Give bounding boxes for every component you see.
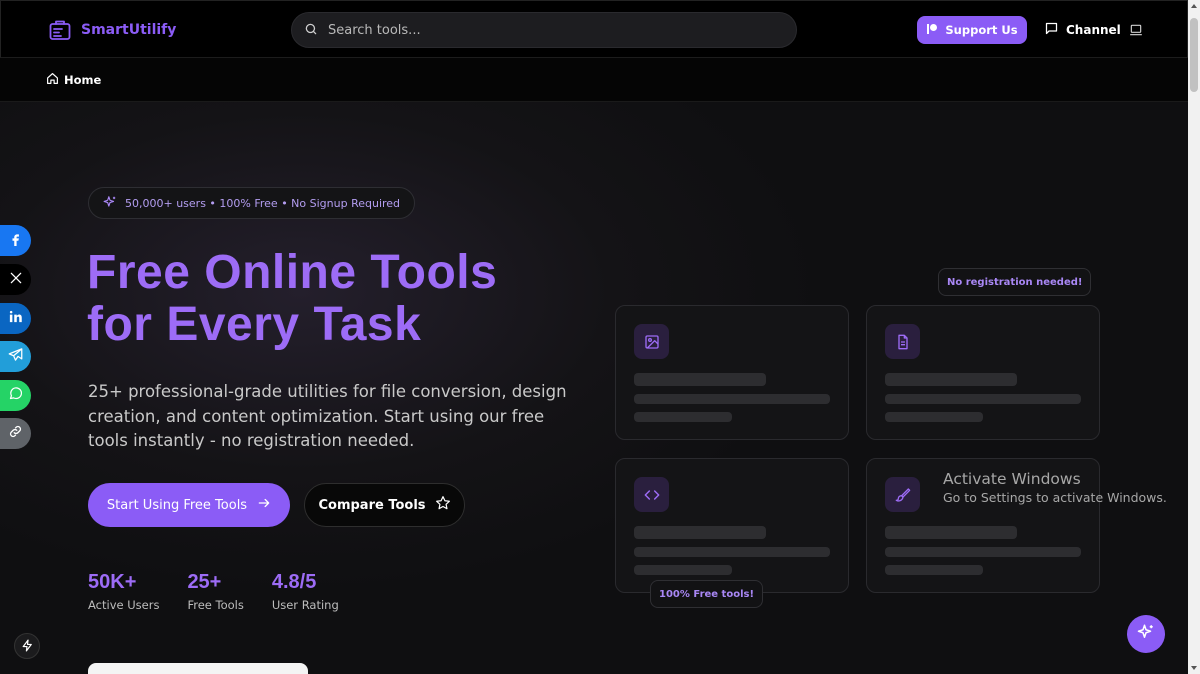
star-icon [435, 495, 451, 515]
headline-line-2: for Every Task [87, 298, 422, 351]
skeleton-line [885, 547, 1081, 557]
breadcrumb-bar: Home [0, 58, 1188, 102]
trust-pill: 50,000+ users • 100% Free • No Signup Re… [88, 187, 416, 219]
stat-label: User Rating [271, 598, 339, 612]
hero-section: 50,000+ users • 100% Free • No Signup Re… [0, 102, 1188, 674]
skeleton-title [885, 526, 1017, 539]
start-using-button[interactable]: Start Using Free Tools [88, 483, 290, 527]
stats-row: 50K+ Active Users 25+ Free Tools 4.8/5 U… [88, 571, 339, 612]
laptop-icon[interactable] [1129, 22, 1143, 41]
skeleton-line [634, 412, 732, 422]
breadcrumb[interactable]: Home [46, 72, 101, 88]
support-us-label: Support Us [945, 23, 1018, 37]
toolbox-icon [48, 18, 72, 42]
linkedin-icon [8, 309, 23, 328]
activate-windows-watermark: Activate Windows Go to Settings to activ… [943, 470, 1167, 505]
top-header: SmartUtilify Support Us Channel [0, 0, 1188, 58]
facebook-icon [9, 231, 23, 250]
stat-user-rating: 4.8/5 User Rating [272, 571, 339, 612]
share-linkedin[interactable] [0, 303, 31, 334]
share-x[interactable] [0, 264, 31, 295]
tool-card-image[interactable] [615, 305, 849, 440]
watermark-title: Activate Windows [943, 470, 1081, 488]
document-icon [885, 324, 920, 359]
page-title: Free Online Tools for Every Task [87, 247, 497, 351]
stat-value: 25+ [187, 571, 222, 593]
hero-description: 25+ professional-grade utilities for fil… [88, 382, 567, 450]
logo[interactable]: SmartUtilify [48, 18, 176, 42]
page-scrollbar[interactable] [1188, 0, 1200, 674]
channel-link[interactable]: Channel [1044, 21, 1121, 39]
arrow-right-icon [257, 496, 271, 514]
skeleton-line [885, 412, 983, 422]
home-icon [46, 72, 59, 88]
no-registration-badge: No registration needed! [938, 268, 1092, 296]
tool-card-document[interactable] [866, 305, 1100, 440]
stat-active-users: 50K+ Active Users [88, 571, 159, 612]
quick-actions-button[interactable] [14, 633, 40, 659]
compare-tools-label: Compare Tools [318, 497, 426, 513]
share-copy-link[interactable] [0, 418, 31, 449]
logo-text: SmartUtilify [81, 22, 177, 38]
watermark-subtitle: Go to Settings to activate Windows. [943, 490, 1167, 505]
stat-label: Free Tools [187, 598, 244, 612]
skeleton-title [634, 526, 766, 539]
stat-label: Active Users [88, 598, 160, 612]
breadcrumb-home: Home [64, 73, 102, 87]
skeleton-title [634, 373, 766, 386]
skeleton-line [634, 394, 830, 404]
sparkles-icon [103, 195, 117, 212]
skeleton-line [885, 565, 983, 575]
support-us-button[interactable]: Support Us [917, 16, 1027, 44]
skeleton-line [634, 565, 732, 575]
share-facebook[interactable] [0, 225, 31, 256]
code-icon [634, 477, 669, 512]
search-bar[interactable] [291, 12, 797, 48]
search-input[interactable] [328, 22, 768, 38]
sparkles-icon [1137, 623, 1155, 645]
share-whatsapp[interactable] [0, 380, 31, 411]
stat-value: 4.8/5 [271, 571, 317, 593]
skeleton-line [634, 547, 830, 557]
share-telegram[interactable] [0, 341, 31, 372]
compare-tools-button[interactable]: Compare Tools [304, 483, 465, 527]
paintbrush-icon [885, 477, 920, 512]
next-section-card [88, 663, 308, 674]
whatsapp-icon [8, 386, 23, 405]
scroll-up-arrow[interactable] [1191, 4, 1197, 8]
scroll-thumb[interactable] [1190, 18, 1198, 92]
telegram-icon [8, 347, 23, 366]
tool-card-code[interactable] [615, 458, 849, 593]
trust-pill-text: 50,000+ users • 100% Free • No Signup Re… [125, 196, 401, 210]
search-icon [304, 21, 318, 40]
bolt-icon [21, 637, 34, 656]
x-icon [9, 270, 23, 289]
message-icon [1044, 21, 1059, 39]
link-icon [8, 424, 23, 443]
skeleton-line [885, 394, 1081, 404]
free-tools-badge: 100% Free tools! [650, 580, 764, 608]
badge-text: 100% Free tools! [659, 588, 755, 600]
assistant-fab[interactable] [1127, 615, 1165, 653]
badge-text: No registration needed! [947, 276, 1083, 288]
headline-line-1: Free Online Tools [87, 246, 498, 299]
channel-label: Channel [1066, 23, 1121, 37]
start-using-label: Start Using Free Tools [106, 497, 248, 513]
skeleton-title [885, 373, 1017, 386]
patreon-icon [926, 23, 938, 38]
stat-value: 50K+ [88, 571, 137, 593]
stat-free-tools: 25+ Free Tools [187, 571, 243, 612]
image-icon [634, 324, 669, 359]
scroll-down-arrow[interactable] [1191, 666, 1197, 670]
